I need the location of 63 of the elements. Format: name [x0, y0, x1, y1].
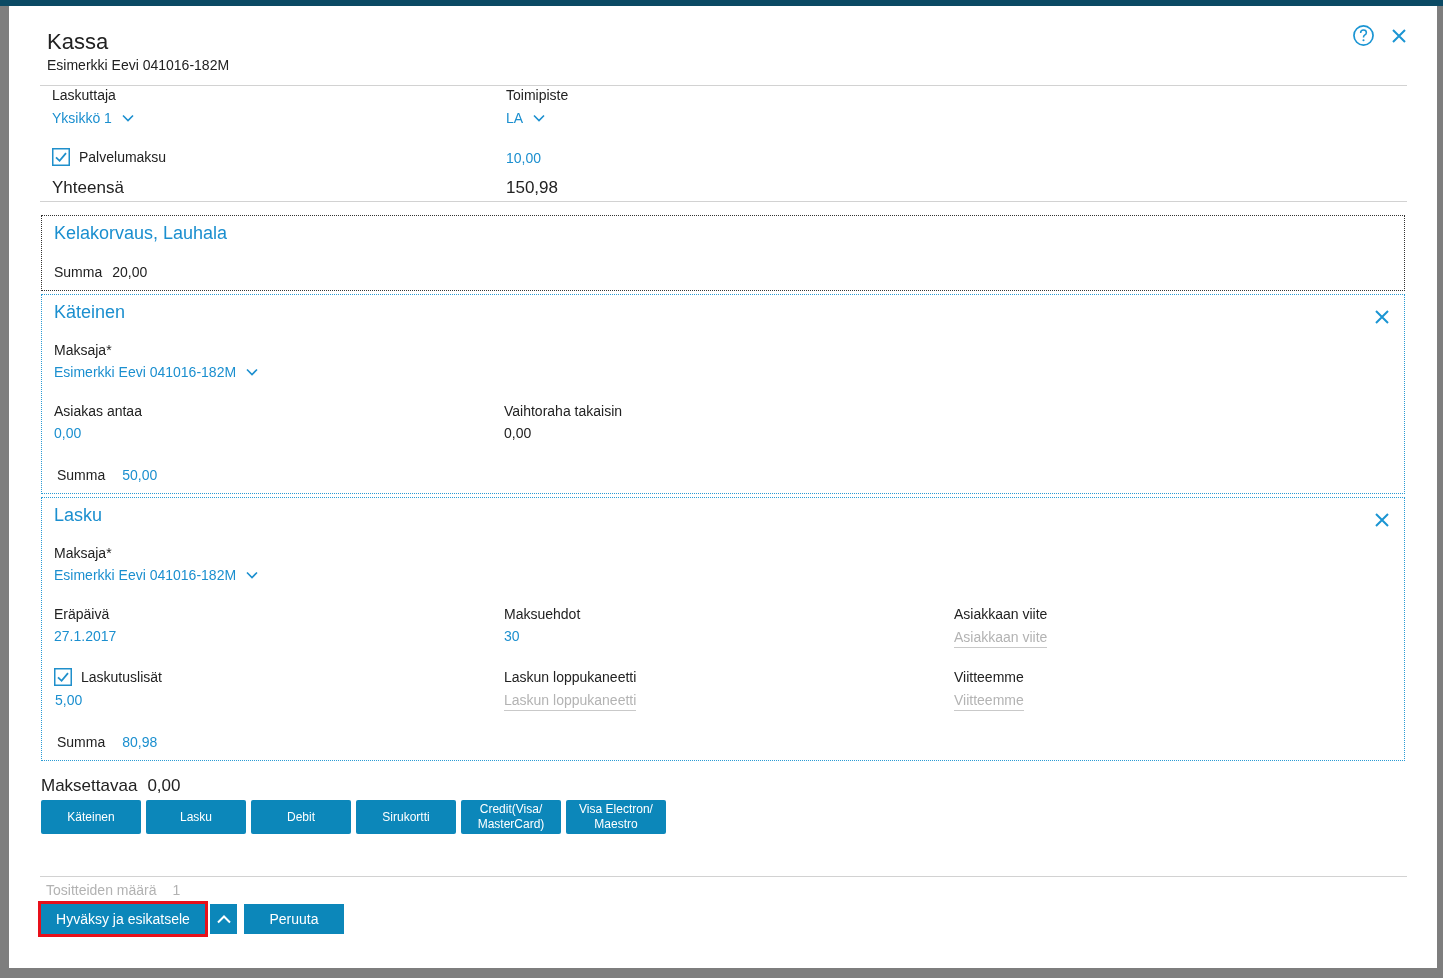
cancel-button[interactable]: Peruuta [244, 904, 344, 934]
checkbox[interactable] [52, 147, 70, 166]
field-label: Asiakas antaa [54, 402, 142, 420]
value-text: 0,00 [504, 424, 532, 443]
field-label: Toimipiste [506, 86, 569, 104]
field-label: Vaihtoraha takaisin [504, 402, 623, 420]
dialog-subtitle: Esimerkki Eevi 041016-182M [47, 56, 230, 74]
input-field[interactable]: Asiakkaan viite [954, 626, 1048, 648]
sum-label: Summa [57, 733, 106, 752]
field-label: Laskuttaja [52, 86, 116, 104]
dialog-title: Kassa [47, 28, 109, 56]
chevron-down-icon [533, 114, 546, 122]
field-label: Viitteemme [954, 668, 1024, 686]
field-label: Maksaja* [54, 341, 112, 359]
total-label: Yhteensä [52, 177, 124, 199]
editable-value[interactable]: 5,00 [55, 689, 83, 711]
payment-method-button[interactable]: Sirukortti [356, 800, 456, 834]
close-icon[interactable] [1392, 28, 1406, 43]
editable-value[interactable]: 30 [504, 625, 520, 647]
field-label: Eräpäivä [54, 605, 110, 623]
help-icon[interactable] [1353, 25, 1374, 46]
amount-due-label: Maksettavaa [41, 775, 138, 797]
input-field[interactable]: Viitteemme [954, 689, 1024, 711]
section-title: Kelakorvaus, Lauhala [54, 222, 228, 245]
dropdown[interactable]: Esimerkki Eevi 041016-182M [54, 564, 259, 586]
total-value: 150,98 [506, 177, 558, 199]
payment-method-button[interactable]: Visa Electron/ Maestro [566, 800, 666, 834]
section-title: Käteinen [54, 301, 126, 324]
editable-value[interactable]: 10,00 [506, 144, 542, 169]
chevron-down-icon [246, 571, 259, 579]
field-label: Maksuehdot [504, 605, 581, 623]
payment-method-button[interactable]: Lasku [146, 800, 246, 834]
voucher-count-value: 1 [172, 881, 181, 899]
dropdown[interactable]: Yksikkö 1 [52, 107, 134, 129]
dropdown[interactable]: Esimerkki Eevi 041016-182M [54, 361, 259, 383]
more-options-button[interactable] [210, 904, 237, 934]
chevron-down-icon [246, 368, 259, 376]
close-icon[interactable] [1375, 513, 1389, 527]
sum-label: Summa [57, 466, 106, 485]
voucher-count-label: Tositteiden määrä [46, 881, 157, 899]
section-title: Lasku [54, 504, 103, 527]
chevron-up-icon [216, 914, 231, 924]
payment-method-button[interactable]: Credit(Visa/ MasterCard) [461, 800, 561, 834]
input-field[interactable]: Laskun loppukaneetti [504, 689, 637, 711]
chevron-down-icon [121, 114, 134, 122]
editable-value[interactable]: 27.1.2017 [54, 625, 117, 647]
payment-method-button[interactable]: Debit [251, 800, 351, 834]
field-label: Maksaja* [54, 544, 112, 562]
close-icon[interactable] [1375, 310, 1389, 324]
checkbox-label: Laskutuslisät [81, 668, 162, 686]
sum-label: Summa [54, 263, 103, 282]
checkbox-label: Palvelumaksu [79, 147, 167, 166]
sum-value: 20,00 [112, 263, 148, 282]
sum-value[interactable]: 50,00 [122, 465, 158, 485]
field-label: Asiakkaan viite [954, 605, 1048, 623]
checkbox[interactable] [54, 668, 72, 686]
sum-value[interactable]: 80,98 [122, 732, 158, 752]
accept-preview-button[interactable]: Hyväksy ja esikatsele [41, 904, 205, 934]
amount-due-value: 0,00 [147, 775, 181, 797]
field-label: Laskun loppukaneetti [504, 668, 637, 686]
payment-method-button[interactable]: Käteinen [41, 800, 141, 834]
dropdown[interactable]: LA [506, 107, 546, 129]
editable-value[interactable]: 0,00 [54, 422, 82, 444]
